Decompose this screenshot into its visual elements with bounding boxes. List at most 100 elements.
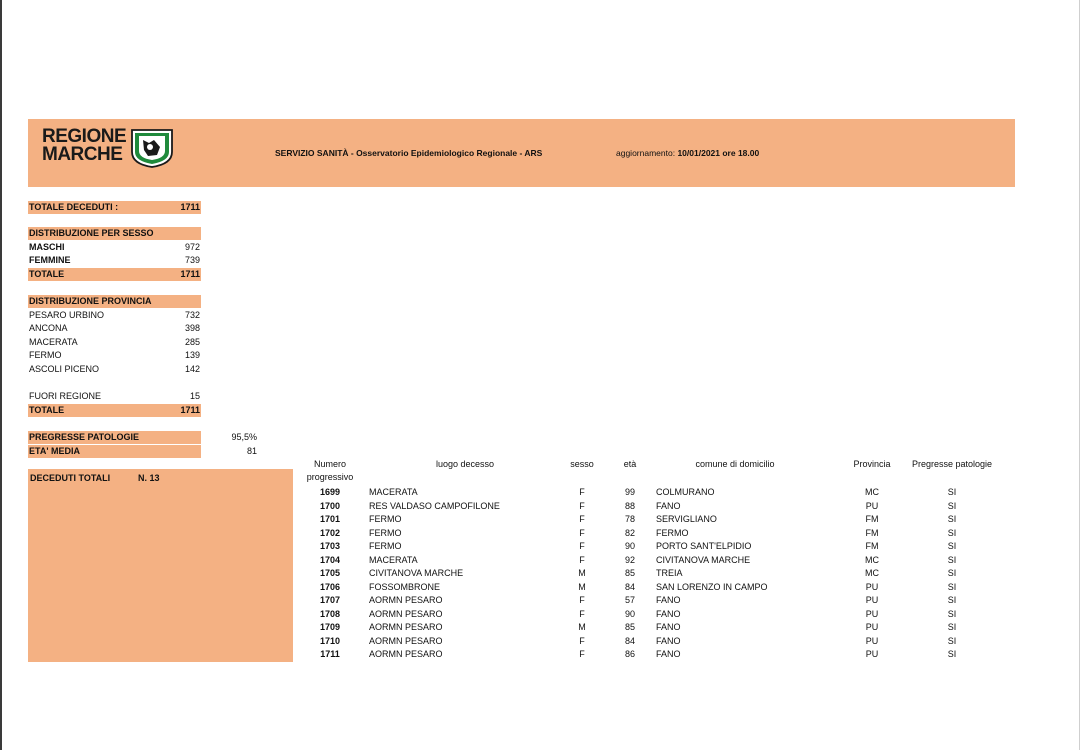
row-place: CIVITANOVA MARCHE (369, 568, 464, 578)
row-town: PORTO SANT'ELPIDIO (656, 541, 752, 551)
patologie-label-row: PREGRESSE PATOLOGIE (28, 431, 201, 444)
row-pathologies: SI (947, 514, 957, 524)
row-pathologies: SI (947, 554, 957, 565)
row-town: SAN LORENZO IN CAMPO (656, 581, 768, 592)
row-number: 1707 (319, 595, 341, 605)
row-pathologies: SI (947, 581, 957, 592)
regione-marche-logo: REGIONE MARCHE (42, 127, 177, 172)
row-place: AORMN PESARO (369, 649, 443, 659)
row-place: FERMO (369, 514, 402, 524)
row-place: AORMN PESARO (369, 635, 443, 646)
row-pathologies: SI (947, 635, 957, 646)
header-comune: comune di domicilio (695, 459, 775, 469)
row-number: 1701 (319, 514, 341, 524)
header-numero-line2: progressivo (306, 472, 354, 482)
row-town: FANO (656, 622, 681, 632)
provincia-label: PESARO URBINO (29, 310, 105, 320)
table-row: 1709 AORMN PESARO M 85 FANO PU SI (300, 621, 1020, 635)
provincia-row: ASCOLI PICENO 142 (28, 363, 201, 376)
table-row: 1704 MACERATA F 92 CIVITANOVA MARCHE MC SI (300, 554, 1020, 568)
logo-line-2: MARCHE (42, 144, 123, 165)
row-province: PU (865, 595, 879, 605)
row-number: 1703 (319, 541, 341, 551)
row-pathologies: SI (947, 487, 957, 497)
eta-media-value-cell: 81 (201, 445, 258, 458)
row-age: 78 (624, 514, 635, 524)
provincia-row: FERMO 139 (28, 349, 201, 362)
provincia-label: FERMO (29, 350, 62, 360)
sesso-row: MASCHI 972 (28, 241, 201, 254)
provincia-total-label: TOTALE (29, 405, 65, 415)
row-town: TREIA (656, 568, 683, 578)
update-value: 10/01/2021 ore 18.00 (677, 148, 760, 158)
row-number: 1705 (319, 568, 341, 578)
row-number: 1711 (320, 649, 340, 659)
row-sex: M (578, 622, 586, 632)
provincia-label: MACERATA (29, 337, 78, 347)
sesso-label: MASCHI (29, 242, 65, 252)
provincia-value: 142 (184, 364, 200, 374)
sesso-title: DISTRIBUZIONE PER SESSO (29, 228, 154, 238)
row-pathologies: SI (947, 568, 957, 578)
row-sex: F (579, 608, 585, 619)
row-age: 85 (624, 568, 635, 578)
row-town: FANO (656, 608, 681, 619)
patologie-value: 95,5% (231, 432, 257, 442)
provincia-row: PESARO URBINO 732 (28, 309, 201, 322)
shield-emblem-icon (131, 129, 173, 168)
row-province: PU (865, 635, 879, 646)
sesso-value: 972 (184, 242, 200, 252)
row-town: FANO (656, 635, 681, 646)
service-title: SERVIZIO SANITÀ - Osservatorio Epidemiol… (275, 148, 543, 158)
row-sex: F (579, 635, 585, 646)
fuori-regione-value: 15 (189, 391, 200, 401)
row-province: PU (865, 500, 879, 511)
row-place: AORMN PESARO (369, 608, 443, 619)
row-age: 84 (624, 581, 635, 592)
row-sex: M (578, 568, 586, 578)
row-place: FOSSOMBRONE (369, 581, 441, 592)
row-pathologies: SI (947, 541, 957, 551)
logo-text: REGIONE MARCHE (42, 127, 127, 165)
patologie-value-cell: 95,5% (201, 431, 258, 444)
sesso-total-row: TOTALE 1711 (28, 268, 201, 281)
row-place: AORMN PESARO (369, 622, 443, 632)
row-number: 1710 (319, 635, 341, 646)
totale-deceduti-value: 1711 (180, 202, 200, 212)
row-number: 1699 (319, 487, 341, 497)
row-pathologies: SI (947, 500, 957, 511)
provincia-row: MACERATA 285 (28, 336, 201, 349)
row-sex: F (579, 649, 585, 659)
row-number: 1708 (319, 608, 341, 619)
fuori-regione-label: FUORI REGIONE (29, 391, 102, 401)
row-province: PU (865, 608, 879, 619)
row-number: 1702 (319, 527, 341, 538)
row-town: FANO (656, 649, 681, 659)
row-province: PU (865, 649, 879, 659)
header-eta: età (623, 459, 637, 469)
row-province: MC (865, 554, 879, 565)
row-age: 92 (624, 554, 635, 565)
provincia-value: 285 (184, 337, 200, 347)
provincia-title: DISTRIBUZIONE PROVINCIA (29, 296, 152, 306)
row-pathologies: SI (947, 649, 957, 659)
table-row: 1701 FERMO F 78 SERVIGLIANO FM SI (300, 513, 1020, 527)
row-sex: F (579, 514, 585, 524)
sesso-row: FEMMINE 739 (28, 254, 201, 267)
provincia-label: ASCOLI PICENO (29, 364, 100, 374)
update-info: aggiornamento: 10/01/2021 ore 18.00 (616, 148, 759, 158)
row-place: RES VALDASO CAMPOFILONE (369, 500, 500, 511)
row-town: SERVIGLIANO (656, 514, 717, 524)
row-age: 86 (624, 649, 635, 659)
row-province: FM (865, 514, 879, 524)
sesso-total-value: 1711 (180, 269, 200, 279)
sesso-total-label: TOTALE (29, 269, 65, 279)
provincia-title-row: DISTRIBUZIONE PROVINCIA (28, 295, 201, 308)
eta-media-label: ETA' MEDIA (29, 446, 80, 456)
row-province: FM (865, 527, 879, 538)
row-place: FERMO (369, 527, 402, 538)
provincia-total-value: 1711 (180, 405, 200, 415)
header-numero-line1: Numero (313, 459, 346, 469)
sesso-title-row: DISTRIBUZIONE PER SESSO (28, 227, 201, 240)
row-pathologies: SI (947, 622, 957, 632)
